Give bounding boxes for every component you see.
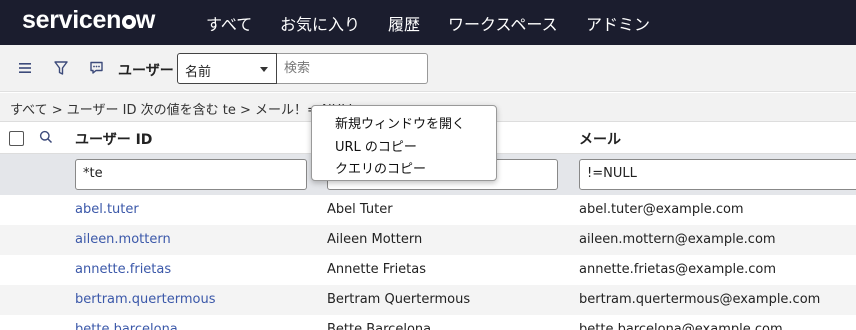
table-row: abel.tuter Abel Tuter abel.tuter@example… bbox=[0, 195, 856, 225]
name-cell: Abel Tuter bbox=[327, 202, 393, 217]
top-navigation-bar: servicen w すべて お気に入り 履歴 ワークスペース アドミン bbox=[0, 0, 856, 45]
name-cell: Bette Barcelona bbox=[327, 322, 432, 330]
user-id-link[interactable]: bette.barcelona bbox=[75, 322, 178, 330]
servicenow-logo[interactable]: servicen w bbox=[22, 6, 155, 35]
hamburger-icon[interactable] bbox=[15, 59, 35, 77]
column-header-user-id[interactable]: ユーザー ID bbox=[75, 129, 152, 149]
email-filter-field[interactable]: !=NULL bbox=[579, 159, 856, 190]
table-label: ユーザー bbox=[118, 63, 174, 79]
name-cell: Bertram Quertermous bbox=[327, 292, 471, 307]
nav-admin[interactable]: アドミン bbox=[586, 11, 650, 35]
email-cell: abel.tuter@example.com bbox=[579, 202, 744, 217]
email-cell: aileen.mottern@example.com bbox=[579, 232, 776, 247]
chevron-down-icon bbox=[260, 67, 268, 72]
email-cell: bette.barcelona@example.com bbox=[579, 322, 783, 330]
menu-item-copy-query[interactable]: クエリのコピー bbox=[335, 158, 426, 177]
menu-item-copy-url[interactable]: URL のコピー bbox=[335, 136, 417, 155]
search-icon[interactable] bbox=[39, 130, 53, 149]
breadcrumb-separator: > bbox=[51, 103, 63, 118]
search-box[interactable] bbox=[277, 53, 428, 84]
nav-history[interactable]: 履歴 bbox=[388, 11, 420, 35]
breadcrumb-context-menu: 新規ウィンドウを開く URL のコピー クエリのコピー bbox=[311, 105, 497, 181]
list-toolbar: ユーザー 名前 bbox=[0, 45, 856, 92]
nav-all[interactable]: すべて bbox=[206, 11, 252, 35]
table-row: bette.barcelona Bette Barcelona bette.ba… bbox=[0, 315, 856, 330]
breadcrumb-separator: > bbox=[239, 103, 251, 118]
comment-icon[interactable] bbox=[86, 59, 106, 77]
nav-workspaces[interactable]: ワークスペース bbox=[448, 11, 558, 35]
select-value: 名前 bbox=[185, 65, 212, 80]
menu-item-open-new-window[interactable]: 新規ウィンドウを開く bbox=[335, 113, 465, 132]
filter-icon[interactable] bbox=[51, 59, 71, 77]
breadcrumb-condition-user-id[interactable]: ユーザー ID 次の値を含む te bbox=[67, 103, 236, 118]
user-id-link[interactable]: aileen.mottern bbox=[75, 232, 171, 247]
user-id-filter-field[interactable]: *te bbox=[75, 159, 307, 190]
nav-favorites[interactable]: お気に入り bbox=[280, 11, 360, 35]
name-cell: Aileen Mottern bbox=[327, 232, 423, 247]
search-input[interactable] bbox=[284, 54, 424, 82]
user-id-link[interactable]: bertram.quertermous bbox=[75, 292, 215, 307]
user-id-link[interactable]: annette.frietas bbox=[75, 262, 171, 277]
email-cell: bertram.quertermous@example.com bbox=[579, 292, 821, 307]
select-all-checkbox[interactable] bbox=[9, 131, 24, 146]
table-row: annette.frietas Annette Frietas annette.… bbox=[0, 255, 856, 285]
name-cell: Annette Frietas bbox=[327, 262, 427, 277]
table-row: bertram.quertermous Bertram Quertermous … bbox=[0, 285, 856, 315]
search-field-select[interactable]: 名前 bbox=[177, 53, 277, 84]
table-row: aileen.mottern Aileen Mottern aileen.mot… bbox=[0, 225, 856, 255]
email-cell: annette.frietas@example.com bbox=[579, 262, 776, 277]
breadcrumb-root[interactable]: すべて bbox=[10, 103, 48, 118]
user-id-link[interactable]: abel.tuter bbox=[75, 202, 139, 217]
logo-o-mark bbox=[122, 15, 136, 29]
column-header-email[interactable]: メール bbox=[579, 129, 621, 149]
